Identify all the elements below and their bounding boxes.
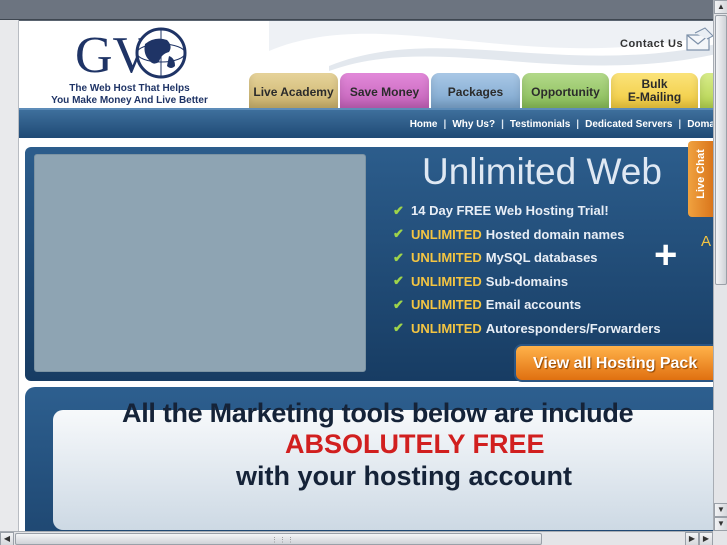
scroll-up-button[interactable]: ▲ xyxy=(714,0,727,14)
secondary-nav-bar: Home | Why Us? | Testimonials | Dedicated Serv… xyxy=(19,108,713,138)
check-icon: ✔ xyxy=(393,202,404,218)
tagline-line-1: The Web Host That Helps xyxy=(69,83,190,94)
tab-save-money[interactable]: Save Money xyxy=(340,73,429,108)
site-header: GV The Web Host That Helps You Make Mone… xyxy=(19,21,713,108)
grip-icon: ⋮⋮⋮ xyxy=(271,537,295,544)
tab-partial-next[interactable] xyxy=(700,73,713,108)
marketing-line-1: All the Marketing tools below are includ… xyxy=(122,398,634,428)
hero-banner: Unlimited Web ✔ 14 Day FREE Web Hosting T… xyxy=(25,147,713,382)
live-chat-label: Live Chat xyxy=(695,149,707,199)
feature-item: ✔ UNLIMITED Hosted domain names xyxy=(393,223,661,247)
nav-links: Home | Why Us? | Testimonials | Dedicated Serv… xyxy=(410,119,713,130)
check-icon: ✔ xyxy=(393,320,404,336)
contact-us-link[interactable]: Contact Us xyxy=(620,38,683,50)
web-page: GV The Web Host That Helps You Make Mone… xyxy=(19,21,713,531)
feature-item: ✔ 14 Day FREE Web Hosting Trial! xyxy=(393,199,661,223)
check-icon: ✔ xyxy=(393,249,404,265)
scroll-down-button[interactable]: ▼ xyxy=(714,503,727,517)
tab-bulk-emailing[interactable]: Bulk E-Mailing xyxy=(611,73,698,108)
feature-highlight: UNLIMITED xyxy=(411,226,482,242)
vertical-scrollbar[interactable]: ▲ ▼ ▼ xyxy=(713,0,727,531)
nav-dedicated-servers[interactable]: Dedicated Servers xyxy=(585,119,672,130)
live-chat-tab[interactable]: Live Chat xyxy=(688,141,713,217)
tab-bulk-line-2: E-Mailing xyxy=(627,90,682,104)
left-gutter xyxy=(0,20,19,531)
feature-text: Email accounts xyxy=(485,297,582,313)
vertical-scroll-thumb[interactable] xyxy=(715,15,727,285)
marketing-line-3: with your hosting account xyxy=(236,461,572,491)
hero-title: Unlimited Web xyxy=(422,151,662,192)
nav-domains[interactable]: Doma xyxy=(687,119,713,130)
nav-separator: | xyxy=(501,119,504,130)
marketing-line-2: ABSOLUTELY FREE xyxy=(285,429,545,459)
feature-item: ✔ UNLIMITED Sub-domains xyxy=(393,270,661,294)
check-icon: ✔ xyxy=(393,273,404,289)
gvo-logo[interactable]: GV xyxy=(75,26,187,80)
feature-highlight: UNLIMITED xyxy=(411,273,482,289)
tagline-line-2: You Make Money And Live Better xyxy=(51,95,208,106)
scroll-right-button[interactable]: ▶ xyxy=(685,532,699,545)
check-icon: ✔ xyxy=(393,296,404,312)
feature-highlight: UNLIMITED xyxy=(411,320,482,336)
browser-top-strip xyxy=(0,0,727,20)
scrollbar-corner xyxy=(713,531,727,545)
nav-home[interactable]: Home xyxy=(410,119,438,130)
feature-highlight: UNLIMITED xyxy=(411,250,482,266)
tab-live-academy[interactable]: Live Academy xyxy=(249,73,338,108)
feature-highlight: UNLIMITED xyxy=(411,297,482,313)
scroll-down-button-2[interactable]: ▼ xyxy=(714,517,727,531)
feature-text: 14 Day FREE Web Hosting Trial! xyxy=(411,203,609,219)
nav-separator: | xyxy=(678,119,682,130)
view-hosting-packages-button[interactable]: View all Hosting Pack xyxy=(514,344,713,382)
feature-text: MySQL databases xyxy=(485,250,598,266)
scroll-right-button-2[interactable]: ▶ xyxy=(699,532,713,545)
feature-item: ✔ UNLIMITED Email accounts xyxy=(393,293,661,317)
hero-image-placeholder[interactable] xyxy=(34,154,366,372)
tab-packages[interactable]: Packages xyxy=(431,73,520,108)
browser-viewport: GV The Web Host That Helps You Make Mone… xyxy=(0,0,727,545)
envelope-icon[interactable] xyxy=(685,27,713,53)
logo-tagline: The Web Host That Helps You Make Money A… xyxy=(37,83,222,107)
feature-text: Sub-domains xyxy=(485,273,569,289)
scroll-left-button[interactable]: ◀ xyxy=(0,532,14,545)
feature-item: ✔ UNLIMITED MySQL databases xyxy=(393,246,661,270)
nav-why-us[interactable]: Why Us? xyxy=(452,119,495,130)
nav-separator: | xyxy=(443,119,447,130)
feature-list: ✔ 14 Day FREE Web Hosting Trial! ✔ UNLIMIT… xyxy=(393,199,661,340)
nav-testimonials[interactable]: Testimonials xyxy=(510,119,570,130)
nav-separator: | xyxy=(576,119,580,130)
hero-partial-text: A xyxy=(701,233,712,250)
tab-opportunity[interactable]: Opportunity xyxy=(522,73,609,108)
feature-text: Autoresponders/Forwarders xyxy=(485,320,661,336)
feature-text: Hosted domain names xyxy=(485,226,625,242)
feature-item: ✔ UNLIMITED Autoresponders/Forwarders xyxy=(393,317,661,341)
horizontal-scrollbar[interactable]: ◀ ⋮⋮⋮ ▶ ▶ xyxy=(0,531,727,545)
check-icon: ✔ xyxy=(393,226,404,242)
marketing-banner: All the Marketing tools below are includ… xyxy=(25,387,713,531)
plus-icon: + xyxy=(654,233,678,277)
horizontal-scroll-thumb[interactable]: ⋮⋮⋮ xyxy=(15,533,542,545)
